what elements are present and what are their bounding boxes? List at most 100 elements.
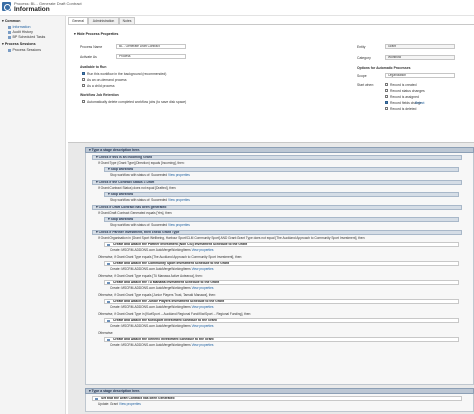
- stage-body: ▾ Check if this is an incoming Grant If …: [85, 153, 474, 385]
- otherwise-line: Otherwise, if Grant:Grant Type equals [T…: [98, 255, 243, 259]
- history-icon: [8, 30, 11, 34]
- view-properties-link[interactable]: View properties: [168, 198, 190, 202]
- process-name-input[interactable]: BL - Generate Draft Contract: [116, 44, 186, 49]
- create-line: Create: MSCRM-ADDONS.com AutoMergeWorkin…: [110, 324, 214, 328]
- step-check-partner-investment[interactable]: ▾ Check if Partner Investment, then chec…: [92, 230, 462, 235]
- sidebar-item-information[interactable]: Information: [8, 25, 30, 29]
- tab-administration[interactable]: Administration: [88, 17, 119, 24]
- session-icon: [8, 48, 11, 52]
- step-check-incoming-grant[interactable]: ▾ Check if this is an incoming Grant: [92, 155, 462, 160]
- update-record-icon: [95, 397, 98, 400]
- stop-workflow-step[interactable]: ▾ Stop workflow: [104, 192, 459, 197]
- auto-delete-jobs-label: Automatically delete completed workflow …: [87, 100, 187, 104]
- on-demand-checkbox[interactable]: [82, 78, 85, 81]
- sidebar-section-common[interactable]: ▾ Common: [2, 19, 20, 23]
- page-header: Process: BL - Generate Draft Contract In…: [0, 0, 474, 16]
- sidebar-section-process-sessions[interactable]: ▾ Process Sessions: [2, 42, 36, 46]
- activate-as-label: Activate As: [80, 55, 97, 59]
- otherwise-line: Otherwise:: [98, 331, 114, 335]
- workflow-designer: ▾ Type a stage description here. ▾ Check…: [68, 142, 474, 414]
- category-field: Workflow: [385, 55, 455, 60]
- workflow-job-retention-label: Workflow Job Retention: [80, 93, 119, 97]
- create-record-icon: [107, 262, 110, 265]
- start-when-label: Start when:: [357, 83, 375, 87]
- create-record-icon: [107, 281, 110, 284]
- tab-general[interactable]: General: [68, 17, 88, 24]
- create-record-icon: [107, 338, 110, 341]
- action-generic[interactable]: Create and Attach the Generic Investment…: [104, 337, 459, 342]
- action-kiwisport[interactable]: Create and Attach the KiwiSport Investme…: [104, 318, 459, 323]
- sidebar-item-audit-history[interactable]: Audit History: [8, 30, 33, 34]
- process-icon: [2, 2, 11, 11]
- condition-line: If Grant:Type (Grant Type)(Direction) eq…: [98, 161, 185, 165]
- sidebar-item-bp-scheduled-tasks[interactable]: BP Scheduled Tasks: [8, 35, 45, 39]
- scope-select[interactable]: Organization: [385, 73, 455, 78]
- view-properties-link[interactable]: View properties: [192, 267, 214, 271]
- stop-workflow-step[interactable]: ▾ Stop workflow: [104, 167, 459, 172]
- create-line: Create: MSCRM-ADDONS.com AutoMergeWorkin…: [110, 286, 214, 290]
- view-properties-link[interactable]: View properties: [192, 248, 214, 252]
- action-junior-players[interactable]: Create and Attach the Junior Players Inv…: [104, 299, 459, 304]
- view-properties-link[interactable]: View properties: [168, 223, 190, 227]
- scope-label: Scope: [357, 74, 367, 78]
- record-assigned-label: Record is assigned: [390, 95, 419, 99]
- info-icon: [8, 25, 11, 29]
- activate-as-select[interactable]: Process: [116, 54, 186, 59]
- action-tu-manawa[interactable]: Create and Attach the Tū Manawa Investme…: [104, 280, 459, 285]
- otherwise-line: Otherwise, if Grant:Grant Type equals [J…: [98, 293, 216, 297]
- create-line: Create: MSCRM-ADDONS.com AutoMergeWorkin…: [110, 267, 214, 271]
- process-name-label: Process Name: [80, 45, 103, 49]
- options-auto-processes-label: Options for Automatic Processes: [357, 66, 411, 70]
- clock-icon: [8, 35, 11, 39]
- step-check-draft-generated[interactable]: ▾ Check if Draft Contract has been gener…: [92, 205, 462, 210]
- record-status-changes-label: Record status changes: [390, 89, 425, 93]
- view-properties-link[interactable]: View properties: [119, 402, 141, 406]
- hide-process-properties-toggle[interactable]: ▾ Hide Process Properties: [74, 32, 118, 36]
- category-label: Category: [357, 56, 371, 60]
- create-line: Create: MSCRM-ADDONS.com AutoMergeWorkin…: [110, 305, 214, 309]
- otherwise-line: Otherwise, if Grant:Grant Type in [KiwiS…: [98, 312, 252, 316]
- action-community-sport[interactable]: Create and Attach the Community Sport In…: [104, 261, 459, 266]
- condition-line: If Grant:Draft Contract Generated equals…: [98, 211, 173, 215]
- record-deleted-checkbox[interactable]: [385, 107, 388, 110]
- available-to-run-label: Available to Run: [80, 65, 107, 69]
- process-properties: ▾ Hide Process Properties Process Name B…: [68, 24, 474, 142]
- tab-notes[interactable]: Notes: [119, 17, 135, 24]
- child-process-checkbox[interactable]: [82, 84, 85, 87]
- stop-status-line: Stop workflow with status of: Succeeded …: [110, 173, 190, 177]
- stop-status-line: Stop workflow with status of: Succeeded …: [110, 198, 190, 202]
- create-record-icon: [107, 300, 110, 303]
- page-title: Information: [14, 6, 50, 13]
- view-properties-link[interactable]: View properties: [192, 324, 214, 328]
- create-line: Create: MSCRM-ADDONS.com AutoMergeWorkin…: [110, 248, 214, 252]
- action-partner-investment[interactable]: Create and Attach the Partner Investment…: [104, 242, 459, 247]
- view-properties-link[interactable]: View properties: [168, 173, 190, 177]
- action-set-draft-generated[interactable]: Set that the Draft Contract has been Gen…: [92, 396, 462, 401]
- stop-status-line: Stop workflow with status of: Succeeded …: [110, 223, 190, 227]
- create-record-icon: [107, 243, 110, 246]
- record-created-checkbox[interactable]: [385, 83, 388, 86]
- record-fields-change-checkbox[interactable]: [385, 101, 388, 104]
- record-created-label: Record is created: [390, 83, 417, 87]
- auto-delete-jobs-checkbox[interactable]: [82, 100, 85, 103]
- on-demand-label: As an on-demand process: [87, 78, 127, 82]
- otherwise-line: Otherwise, if Grant:Grant Type equals [T…: [98, 274, 203, 278]
- entity-field: Grant: [385, 44, 455, 49]
- step-check-contract-status[interactable]: ▾ Check if the Contract Status = Draft: [92, 180, 462, 185]
- record-assigned-checkbox[interactable]: [385, 95, 388, 98]
- view-properties-link[interactable]: View properties: [192, 286, 214, 290]
- update-line: Update: Grant View properties: [98, 402, 141, 406]
- condition-line: If Grant:Contract Status) does not equal…: [98, 186, 177, 190]
- run-in-background-label: Run this workflow in the background (rec…: [87, 72, 167, 76]
- create-record-icon: [107, 319, 110, 322]
- view-properties-link[interactable]: View properties: [192, 343, 214, 347]
- sidebar-item-process-sessions[interactable]: Process Sessions: [8, 48, 41, 52]
- view-properties-link[interactable]: View properties: [192, 305, 214, 309]
- sidebar: ▾ Common Information Audit History BP Sc…: [0, 16, 66, 414]
- record-status-changes-checkbox[interactable]: [385, 89, 388, 92]
- run-in-background-checkbox[interactable]: [82, 72, 85, 75]
- record-deleted-label: Record is deleted: [390, 107, 417, 111]
- select-fields-link[interactable]: Select: [415, 101, 424, 105]
- stop-workflow-step[interactable]: ▾ Stop workflow: [104, 217, 459, 222]
- entity-label: Entity: [357, 45, 366, 49]
